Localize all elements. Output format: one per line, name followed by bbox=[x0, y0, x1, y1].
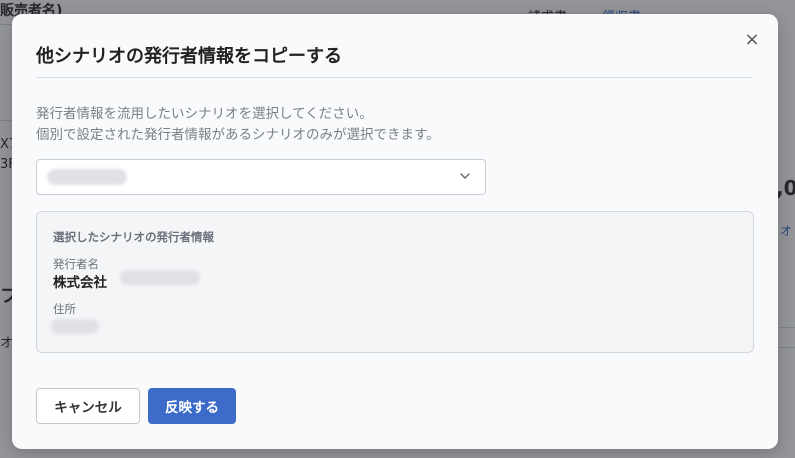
modal-title: 他シナリオの発行者情報をコピーする bbox=[36, 46, 342, 67]
issuer-name-label: 発行者名 bbox=[53, 257, 99, 271]
redacted-address bbox=[51, 319, 99, 334]
issuer-name-value: 株式会社 bbox=[53, 275, 107, 291]
address-label: 住所 bbox=[53, 302, 76, 316]
copy-issuer-modal: 他シナリオの発行者情報をコピーする × 発行者情報を流用したいシナリオを選択して… bbox=[12, 14, 778, 449]
title-divider bbox=[36, 77, 753, 78]
description-line-2: 個別で設定された発行者情報があるシナリオのみが選択できます。 bbox=[36, 127, 440, 143]
panel-heading: 選択したシナリオの発行者情報 bbox=[53, 230, 214, 244]
scenario-select[interactable] bbox=[36, 159, 486, 195]
description-line-1: 発行者情報を流用したいシナリオを選択してください。 bbox=[36, 106, 373, 122]
cancel-button[interactable]: キャンセル bbox=[36, 388, 140, 424]
redacted-issuer-name bbox=[120, 270, 200, 285]
chevron-down-icon bbox=[460, 173, 470, 179]
close-icon[interactable]: × bbox=[742, 30, 762, 50]
selected-scenario-issuer-panel: 選択したシナリオの発行者情報 発行者名 株式会社 住所 bbox=[36, 211, 754, 353]
modal-description: 発行者情報を流用したいシナリオを選択してください。 個別で設定された発行者情報が… bbox=[36, 104, 440, 146]
apply-button[interactable]: 反映する bbox=[148, 388, 236, 424]
redacted-selected-scenario bbox=[47, 169, 127, 185]
